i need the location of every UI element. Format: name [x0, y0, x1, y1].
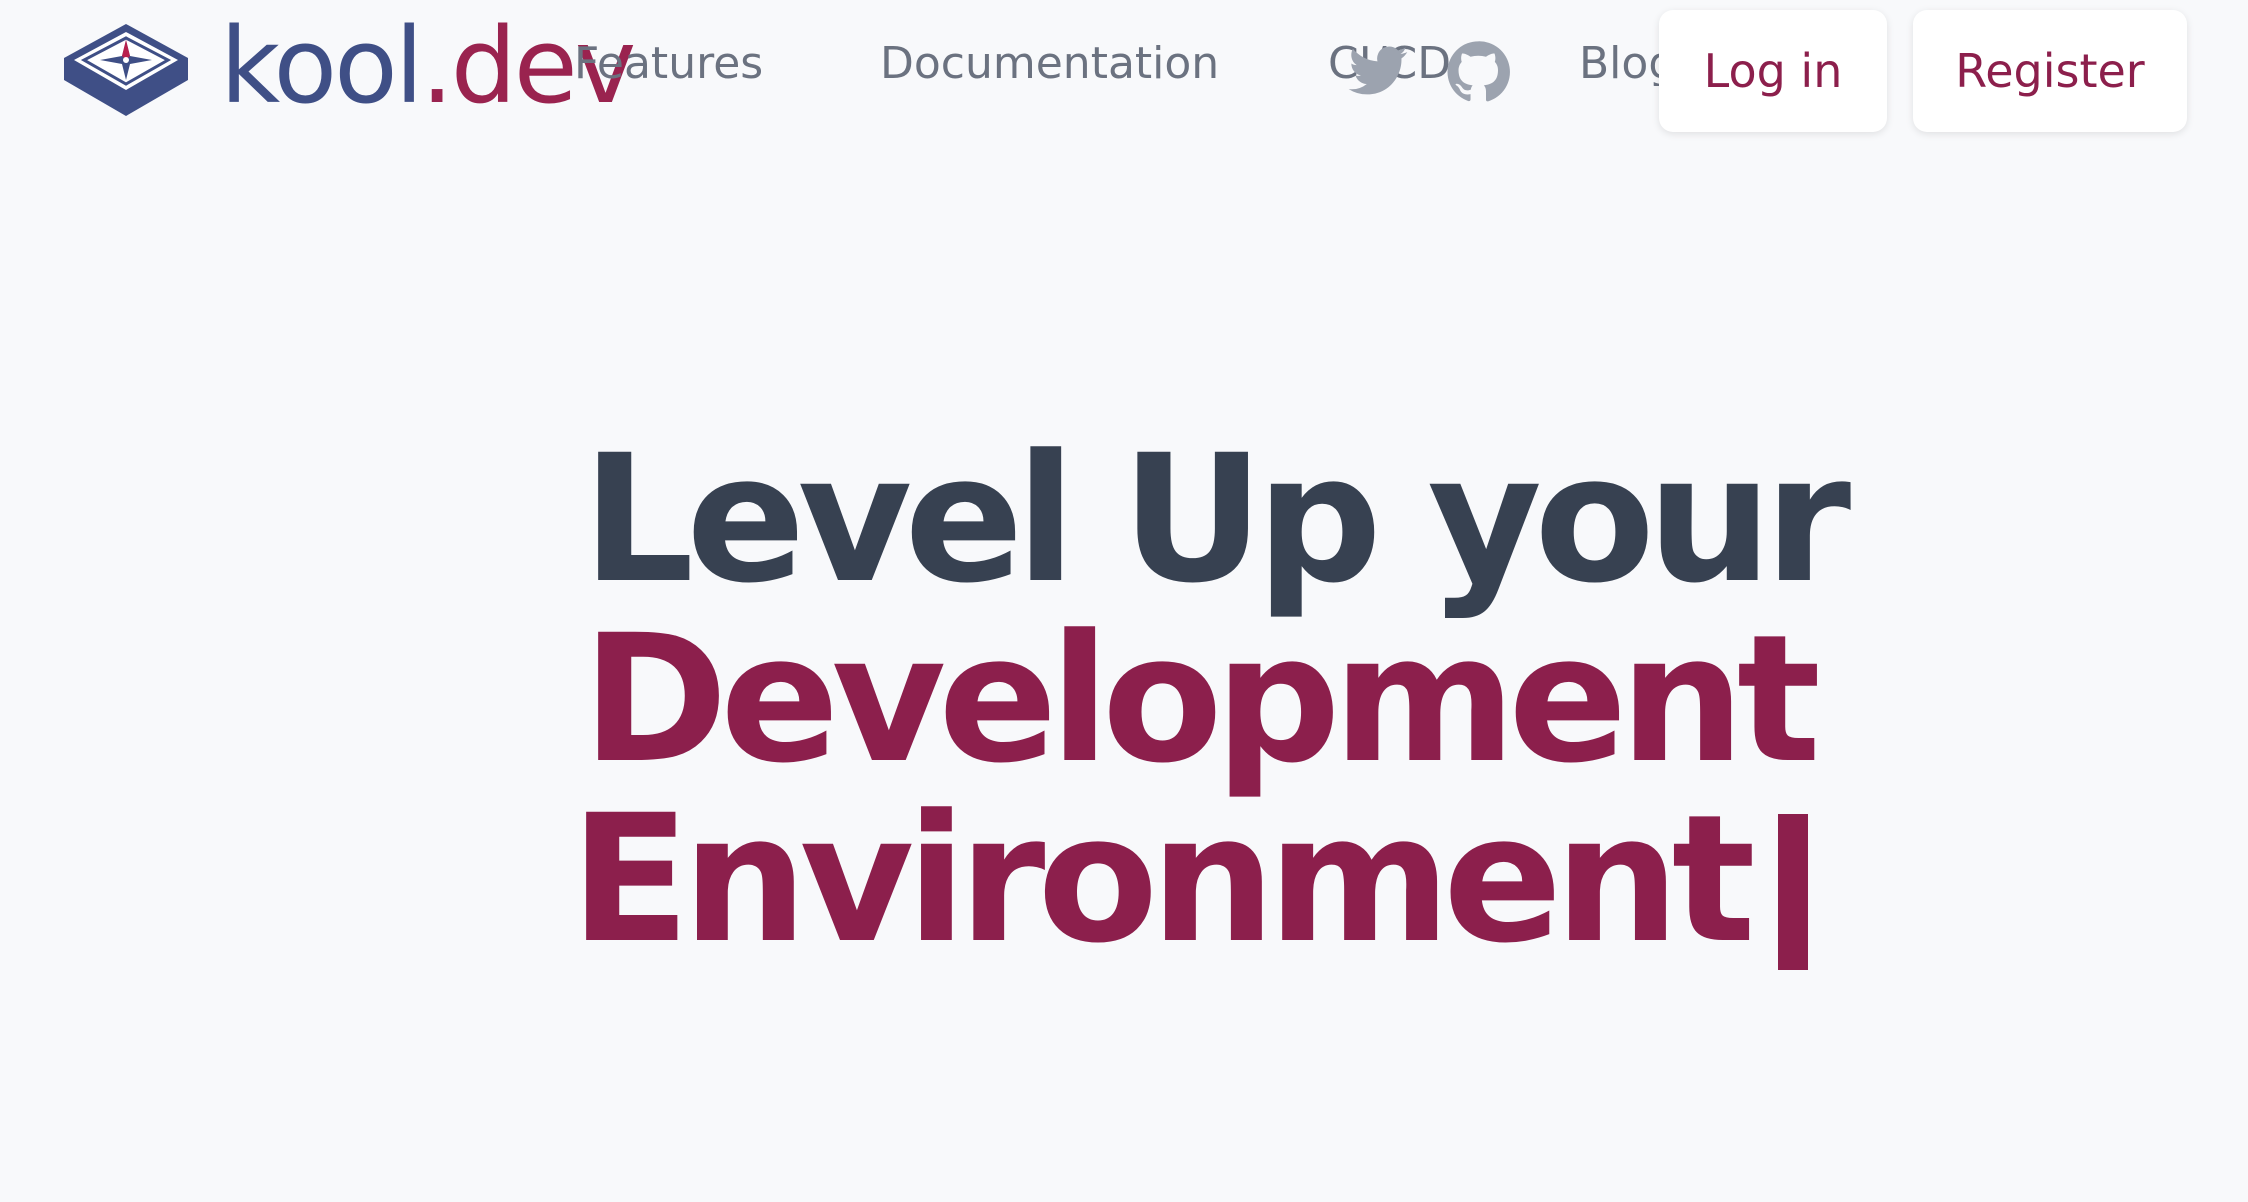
- twitter-icon[interactable]: [1346, 40, 1410, 104]
- github-icon[interactable]: [1446, 40, 1510, 104]
- nav-link-blog[interactable]: Blog: [1579, 42, 1659, 86]
- logo-text-main: kool: [220, 5, 424, 127]
- hero-line-3-wrapper: Environment: [560, 790, 1808, 970]
- typing-cursor: [1777, 814, 1808, 970]
- nav-link-documentation[interactable]: Documentation: [880, 42, 1219, 86]
- register-button[interactable]: Register: [1913, 10, 2187, 132]
- nav-link-features[interactable]: Features: [574, 42, 763, 86]
- hero-line-1: Level Up your: [582, 417, 1851, 622]
- logo[interactable]: kool.dev: [60, 14, 636, 124]
- login-button[interactable]: Log in: [1659, 10, 1887, 132]
- page: kool.dev Features Documentation CI/CD Bl…: [0, 0, 2248, 1202]
- hero-line-3: Environment: [570, 777, 1756, 982]
- kool-compass-logo-icon: [64, 24, 188, 116]
- hero-line-2: Development: [582, 597, 1821, 802]
- logo-wordmark: kool.dev: [220, 14, 636, 118]
- hero-heading: Level Up your Development Environment: [560, 417, 1851, 970]
